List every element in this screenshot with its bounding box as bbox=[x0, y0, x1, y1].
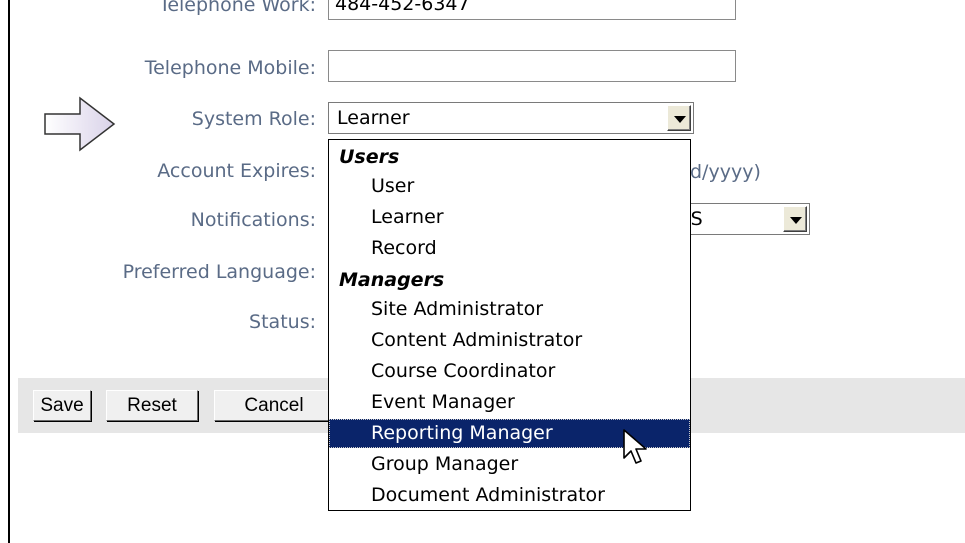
telephone-mobile-label: Telephone Mobile: bbox=[144, 57, 316, 79]
telephone-work-label: Telephone Work: bbox=[158, 0, 316, 16]
dropdown-option-course-coordinator[interactable]: Course Coordinator bbox=[329, 357, 690, 386]
triangle-down-icon bbox=[674, 116, 686, 123]
system-role-value: Learner bbox=[337, 107, 410, 129]
dropdown-option-content-administrator[interactable]: Content Administrator bbox=[329, 326, 690, 355]
mouse-pointer-icon bbox=[623, 429, 647, 464]
preferred-language-label: Preferred Language: bbox=[122, 261, 316, 283]
account-expires-label: Account Expires: bbox=[157, 160, 316, 182]
account-expires-hint: d/yyyy) bbox=[690, 161, 761, 183]
cancel-button[interactable]: Cancel bbox=[214, 390, 334, 421]
triangle-down-icon bbox=[790, 217, 802, 224]
dropdown-option-event-manager[interactable]: Event Manager bbox=[329, 388, 690, 417]
status-label: Status: bbox=[249, 311, 316, 333]
telephone-work-field[interactable]: 484-452-6347 bbox=[328, 0, 736, 20]
dropdown-option-record[interactable]: Record bbox=[329, 234, 690, 263]
dropdown-option-document-administrator[interactable]: Document Administrator bbox=[329, 481, 690, 510]
dropdown-group-users: Users bbox=[339, 146, 400, 168]
save-button[interactable]: Save bbox=[33, 390, 91, 421]
system-role-select[interactable]: Learner bbox=[328, 102, 694, 134]
dropdown-group-managers: Managers bbox=[339, 269, 445, 291]
dropdown-option-learner[interactable]: Learner bbox=[329, 203, 690, 232]
reset-button[interactable]: Reset bbox=[106, 390, 198, 421]
system-role-dropdown-button[interactable] bbox=[667, 105, 691, 131]
telephone-mobile-field[interactable] bbox=[328, 50, 736, 82]
dropdown-option-site-administrator[interactable]: Site Administrator bbox=[329, 295, 690, 324]
dropdown-option-user[interactable]: User bbox=[329, 172, 690, 201]
hollow-right-arrow-icon bbox=[44, 96, 116, 152]
notifications-dropdown-button[interactable] bbox=[783, 206, 807, 232]
notifications-label: Notifications: bbox=[190, 209, 316, 231]
